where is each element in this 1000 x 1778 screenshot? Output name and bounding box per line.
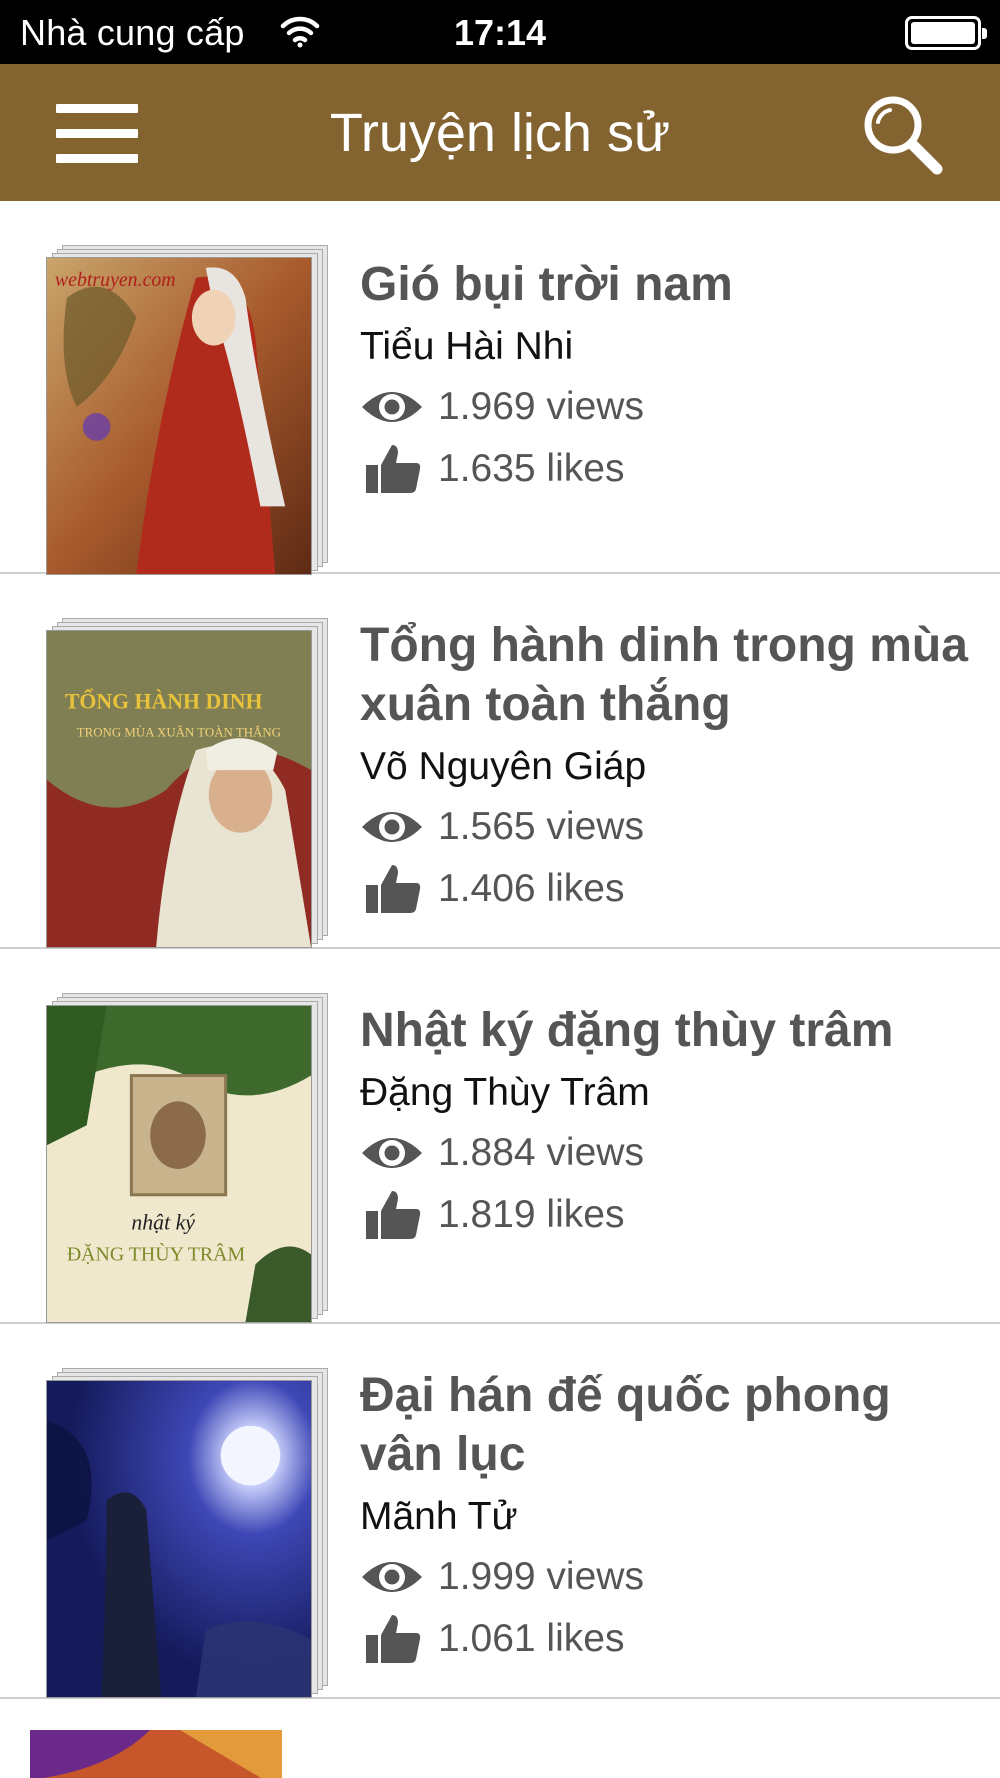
likes-stat: 1.061 likes [360, 1608, 980, 1670]
navigation-bar: Truyện lịch sử [0, 64, 1000, 201]
views-count: 1.565 views [438, 805, 644, 848]
cover-title: TỔNG HÀNH DINH [65, 689, 263, 713]
cover-subtitle: TRONG MÙA XUÂN TOÀN THẮNG [77, 724, 281, 739]
list-item-partial[interactable] [0, 1712, 1000, 1778]
book-author: Võ Nguyên Giáp [360, 745, 647, 788]
views-count: 1.884 views [438, 1131, 644, 1174]
book-title[interactable]: Đại hán đế quốc phong vân lục [360, 1366, 980, 1484]
book-title[interactable]: Nhật ký đặng thùy trâm [360, 1001, 980, 1060]
thumbs-up-icon [366, 1615, 421, 1663]
list-item[interactable]: TỔNG HÀNH DINH TRONG MÙA XUÂN TOÀN THẮNG… [0, 574, 1000, 949]
views-stat: 1.565 views [360, 796, 980, 858]
views-count: 1.999 views [438, 1555, 644, 1598]
book-cover[interactable] [46, 1368, 328, 1698]
eye-icon [362, 1562, 422, 1592]
views-stat: 1.969 views [360, 376, 980, 438]
eye-icon [362, 392, 422, 422]
views-stat: 1.999 views [360, 1546, 980, 1608]
status-time: 17:14 [453, 12, 547, 53]
likes-count: 1.819 likes [438, 1193, 625, 1236]
list-item[interactable]: nhật ký ĐẶNG THÙY TRÂM Nhật ký đặng thùy… [0, 949, 1000, 1324]
book-title[interactable]: Gió bụi trời nam [360, 255, 980, 314]
likes-count: 1.635 likes [438, 447, 625, 490]
list-item[interactable]: Đại hán đế quốc phong vân lục Mãnh Tử 1.… [0, 1324, 1000, 1699]
eye-icon [362, 812, 422, 842]
list-item[interactable]: webtruyen.com Gió bụi trời nam Tiểu Hài … [0, 201, 1000, 575]
book-author: Mãnh Tử [360, 1495, 518, 1538]
page-title: Truyện lịch sử [329, 103, 671, 163]
book-cover[interactable]: webtruyen.com [46, 245, 328, 575]
views-count: 1.969 views [438, 385, 644, 428]
book-title[interactable]: Tổng hành dinh trong mùa xuân toàn thắng [360, 616, 980, 734]
battery-icon [905, 16, 987, 50]
cover-subtitle: ĐẶNG THÙY TRÂM [67, 1243, 246, 1265]
views-stat: 1.884 views [360, 1122, 980, 1184]
book-list: webtruyen.com Gió bụi trời nam Tiểu Hài … [0, 201, 1000, 1699]
likes-stat: 1.635 likes [360, 438, 980, 500]
book-cover[interactable]: TỔNG HÀNH DINH TRONG MÙA XUÂN TOÀN THẮNG [46, 618, 328, 948]
book-cover[interactable] [30, 1730, 282, 1778]
likes-stat: 1.406 likes [360, 858, 980, 920]
book-author: Đặng Thùy Trâm [360, 1071, 650, 1114]
thumbs-up-icon [366, 1191, 421, 1239]
cover-title: nhật ký [131, 1211, 195, 1235]
search-icon[interactable] [860, 92, 945, 177]
likes-stat: 1.819 likes [360, 1184, 980, 1246]
thumbs-up-icon [366, 865, 421, 913]
thumbs-up-icon [366, 445, 421, 493]
likes-count: 1.406 likes [438, 867, 625, 910]
book-author: Tiểu Hài Nhi [360, 325, 574, 368]
status-bar: Nhà cung cấp 17:14 [0, 0, 1000, 64]
likes-count: 1.061 likes [438, 1617, 625, 1660]
book-cover[interactable]: nhật ký ĐẶNG THÙY TRÂM [46, 993, 328, 1323]
eye-icon [362, 1138, 422, 1168]
cover-watermark: webtruyen.com [55, 269, 176, 291]
